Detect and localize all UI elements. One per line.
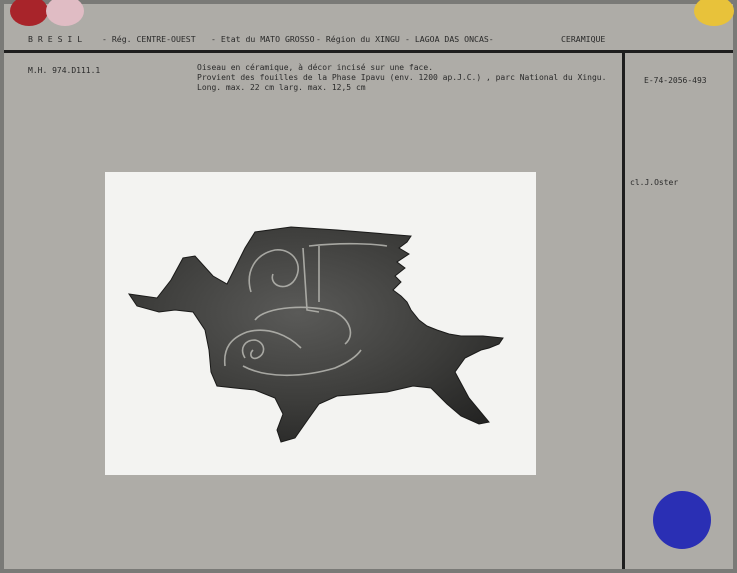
header-region: - Rég. CENTRE-OUEST (102, 34, 196, 44)
red-color-dot (10, 0, 48, 26)
index-card: B R E S I L - Rég. CENTRE-OUEST - Etat d… (4, 0, 734, 569)
header-subregion: - Région du XINGU (316, 34, 400, 44)
header-site: - LAGOA DAS ONCAS- (405, 34, 494, 44)
column-divider (622, 53, 625, 569)
description-line: Oiseau en céramique, à décor incisé sur … (197, 63, 434, 72)
ceramic-bird-image (127, 226, 504, 443)
photo-number: E-74-2056-493 (644, 76, 707, 85)
pink-color-dot (46, 0, 84, 26)
header-category: CERAMIQUE (561, 34, 606, 44)
description: Oiseau en céramique, à décor incisé sur … (197, 63, 606, 93)
header-country: B R E S I L (28, 34, 83, 44)
photographer-credit: cl.J.Oster (630, 178, 679, 187)
description-line: Provient des fouilles de la Phase Ipavu … (197, 73, 607, 82)
header-state: - Etat du MATO GROSSO (211, 34, 315, 44)
description-line: Long. max. 22 cm larg. max. 12,5 cm (197, 83, 366, 92)
inventory-number: M.H. 974.D111.1 (28, 66, 101, 75)
artifact-photograph (105, 172, 536, 475)
header-row: B R E S I L - Rég. CENTRE-OUEST - Etat d… (4, 30, 733, 50)
blue-color-dot (653, 491, 711, 549)
yellow-color-dot (694, 0, 734, 26)
